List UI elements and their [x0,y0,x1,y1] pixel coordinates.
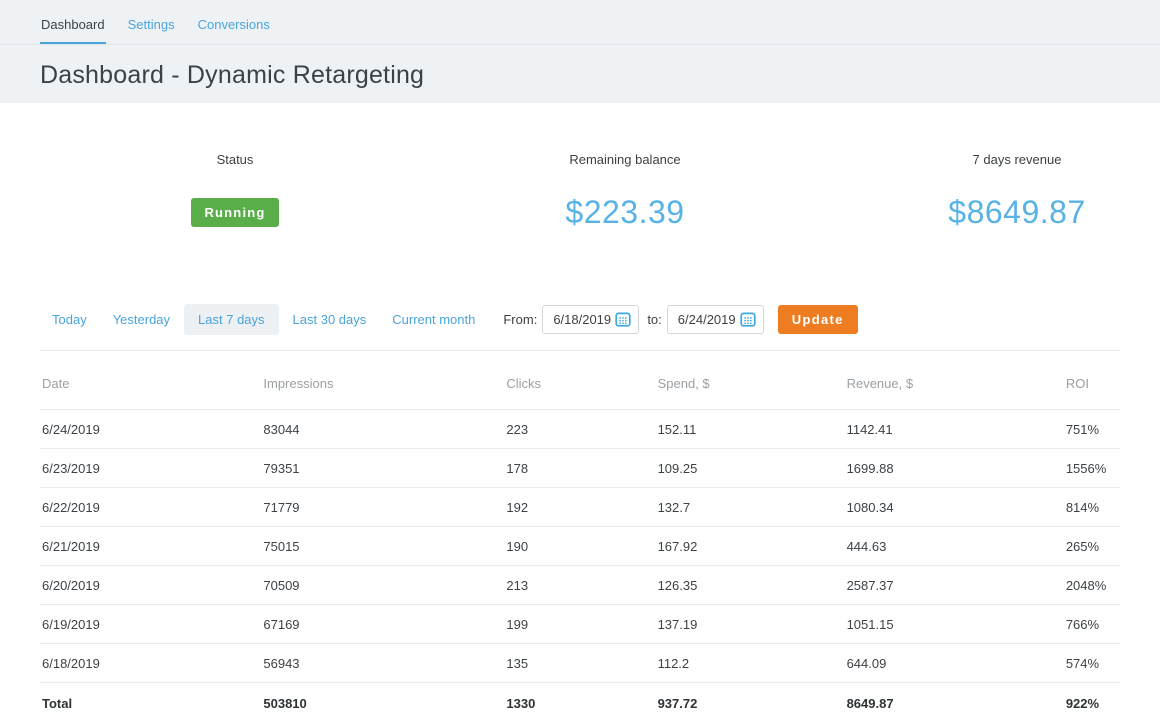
cell-spend: 109.25 [656,449,845,488]
cell-clicks: 199 [504,605,655,644]
tab-settings[interactable]: Settings [127,15,176,44]
stat-7-days-revenue: 7 days revenue $8649.87 [874,152,1160,230]
table-row: 6/20/2019 70509 213 126.35 2587.37 2048% [40,566,1120,605]
cell-roi: 751% [1064,410,1120,449]
preset-last-30-days[interactable]: Last 30 days [281,304,379,335]
status-label: Status [0,152,470,167]
table-row: 6/23/2019 79351 178 109.25 1699.88 1556% [40,449,1120,488]
date-filter-bar: Today Yesterday Last 7 days Last 30 days… [0,304,1160,334]
cell-roi: 814% [1064,488,1120,527]
table-row: 6/21/2019 75015 190 167.92 444.63 265% [40,527,1120,566]
preset-current-month[interactable]: Current month [380,304,487,335]
update-button[interactable]: Update [778,305,858,334]
cell-impressions: 71779 [261,488,504,527]
cell-spend: 167.92 [656,527,845,566]
cell-impressions: 79351 [261,449,504,488]
cell-spend: 137.19 [656,605,845,644]
cell-spend: 132.7 [656,488,845,527]
revenue-value: $8649.87 [948,194,1085,231]
calendar-icon[interactable] [615,311,631,327]
cell-date: 6/19/2019 [40,605,261,644]
table-total-row: Total 503810 1330 937.72 8649.87 922% [40,683,1120,724]
cell-impressions: 70509 [261,566,504,605]
to-label: to: [647,312,661,327]
cell-clicks: 223 [504,410,655,449]
cell-revenue: 444.63 [845,527,1064,566]
cell-revenue: 1051.15 [845,605,1064,644]
preset-last-7-days[interactable]: Last 7 days [184,304,279,335]
total-label: Total [40,683,261,724]
revenue-label: 7 days revenue [874,152,1160,167]
tab-bar: Dashboard Settings Conversions [0,0,1160,45]
stats-table: Date Impressions Clicks Spend, $ Revenue… [40,351,1120,723]
preset-yesterday[interactable]: Yesterday [101,304,182,335]
balance-label: Remaining balance [470,152,780,167]
tab-dashboard[interactable]: Dashboard [40,15,106,44]
cell-date: 6/23/2019 [40,449,261,488]
cell-roi: 2048% [1064,566,1120,605]
header-revenue: Revenue, $ [845,351,1064,410]
from-date-value: 6/18/2019 [553,312,611,327]
table-row: 6/19/2019 67169 199 137.19 1051.15 766% [40,605,1120,644]
cell-date: 6/20/2019 [40,566,261,605]
stats-row: Status Running Remaining balance $223.39… [0,103,1160,230]
stats-table-container: Date Impressions Clicks Spend, $ Revenue… [40,350,1120,723]
cell-clicks: 135 [504,644,655,683]
stat-status: Status Running [0,152,470,230]
total-clicks: 1330 [504,683,655,724]
cell-clicks: 178 [504,449,655,488]
status-badge: Running [191,198,278,227]
cell-spend: 152.11 [656,410,845,449]
cell-revenue: 1142.41 [845,410,1064,449]
cell-spend: 126.35 [656,566,845,605]
cell-date: 6/21/2019 [40,527,261,566]
header-spend: Spend, $ [656,351,845,410]
cell-roi: 1556% [1064,449,1120,488]
total-revenue: 8649.87 [845,683,1064,724]
header-date: Date [40,351,261,410]
table-row: 6/18/2019 56943 135 112.2 644.09 574% [40,644,1120,683]
cell-revenue: 644.09 [845,644,1064,683]
cell-revenue: 1699.88 [845,449,1064,488]
cell-clicks: 192 [504,488,655,527]
stat-remaining-balance: Remaining balance $223.39 [470,152,780,230]
cell-roi: 766% [1064,605,1120,644]
header-roi: ROI [1064,351,1120,410]
to-date-value: 6/24/2019 [678,312,736,327]
total-spend: 937.72 [656,683,845,724]
cell-date: 6/24/2019 [40,410,261,449]
page-header: Dashboard Settings Conversions Dashboard… [0,0,1160,103]
cell-clicks: 213 [504,566,655,605]
from-label: From: [503,312,537,327]
cell-impressions: 67169 [261,605,504,644]
from-date-input[interactable]: 6/18/2019 [542,305,639,334]
to-date-input[interactable]: 6/24/2019 [667,305,764,334]
total-roi: 922% [1064,683,1120,724]
cell-impressions: 75015 [261,527,504,566]
page-title: Dashboard - Dynamic Retargeting [0,45,1160,90]
cell-date: 6/22/2019 [40,488,261,527]
cell-impressions: 56943 [261,644,504,683]
header-impressions: Impressions [261,351,504,410]
cell-impressions: 83044 [261,410,504,449]
cell-revenue: 2587.37 [845,566,1064,605]
total-impressions: 503810 [261,683,504,724]
cell-revenue: 1080.34 [845,488,1064,527]
cell-clicks: 190 [504,527,655,566]
tab-conversions[interactable]: Conversions [197,15,271,44]
cell-spend: 112.2 [656,644,845,683]
cell-roi: 265% [1064,527,1120,566]
cell-date: 6/18/2019 [40,644,261,683]
balance-value: $223.39 [565,194,684,231]
calendar-icon[interactable] [740,311,756,327]
header-clicks: Clicks [504,351,655,410]
table-header-row: Date Impressions Clicks Spend, $ Revenue… [40,351,1120,410]
table-row: 6/24/2019 83044 223 152.11 1142.41 751% [40,410,1120,449]
table-row: 6/22/2019 71779 192 132.7 1080.34 814% [40,488,1120,527]
cell-roi: 574% [1064,644,1120,683]
preset-today[interactable]: Today [40,304,99,335]
